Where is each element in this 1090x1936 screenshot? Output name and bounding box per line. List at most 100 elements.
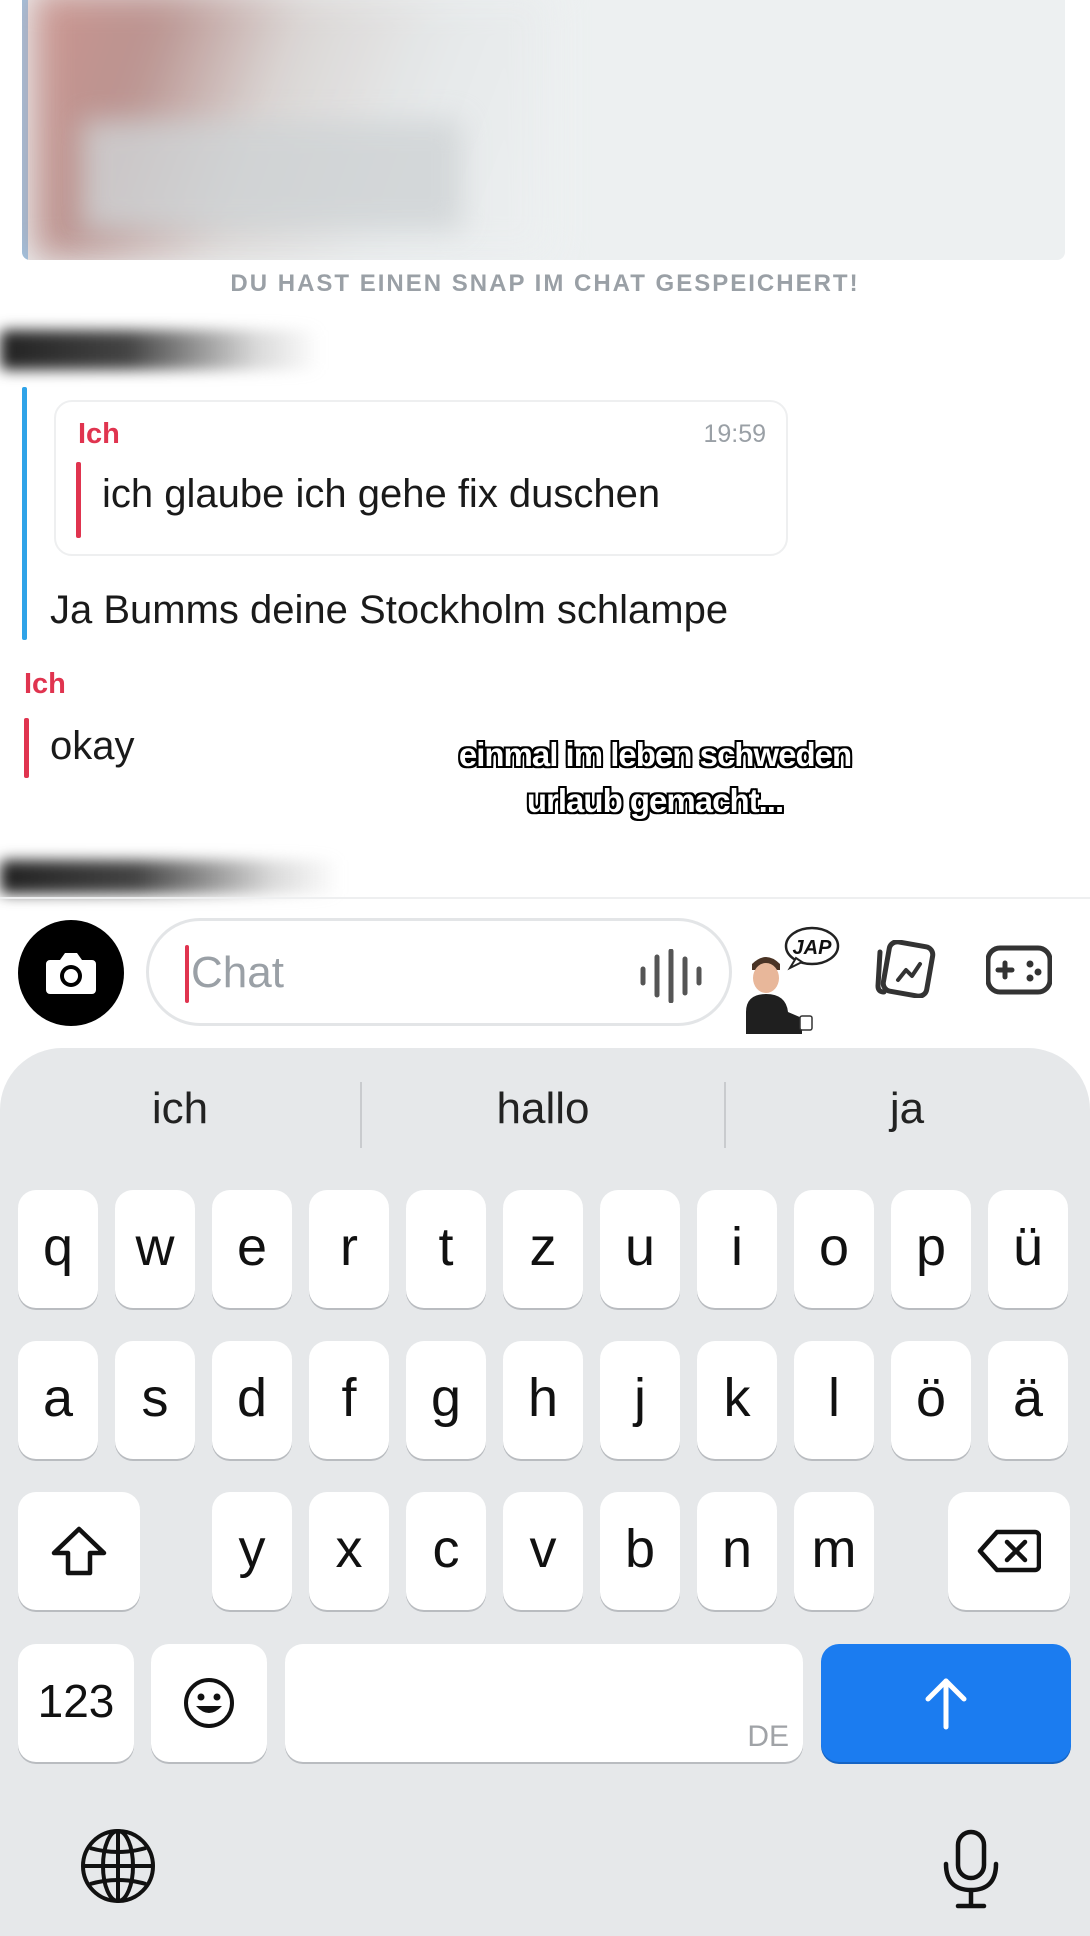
key-m[interactable]: m bbox=[794, 1492, 874, 1610]
key-a[interactable]: a bbox=[18, 1341, 98, 1459]
emoji-icon bbox=[184, 1678, 234, 1728]
key-label: a bbox=[42, 1368, 74, 1428]
suggestion-3[interactable]: ja bbox=[727, 1084, 1087, 1134]
key-q[interactable]: q bbox=[18, 1190, 98, 1308]
key-n[interactable]: n bbox=[697, 1492, 777, 1610]
key-label: t bbox=[438, 1217, 454, 1277]
key-b[interactable]: b bbox=[600, 1492, 680, 1610]
key-label: d bbox=[236, 1368, 268, 1428]
suggestion-1[interactable]: ich bbox=[0, 1084, 360, 1134]
key-c[interactable]: c bbox=[406, 1492, 486, 1610]
key-e[interactable]: e bbox=[212, 1190, 292, 1308]
key-w[interactable]: w bbox=[115, 1190, 195, 1308]
quoted-text: ich glaube ich gehe fix duschen bbox=[102, 472, 661, 516]
key-l[interactable]: l bbox=[794, 1341, 874, 1459]
key-v[interactable]: v bbox=[503, 1492, 583, 1610]
key-u[interactable]: u bbox=[600, 1190, 680, 1308]
suggestion-divider bbox=[360, 1082, 362, 1148]
video-caption-overlay: einmal im leben schweden urlaub gemacht.… bbox=[400, 732, 910, 824]
quoted-message[interactable]: Ich 19:59 ich glaube ich gehe fix dusche… bbox=[54, 400, 788, 556]
caption-line-1: einmal im leben schweden bbox=[458, 736, 852, 773]
key-ae[interactable]: ä bbox=[988, 1341, 1068, 1459]
key-t[interactable]: t bbox=[406, 1190, 486, 1308]
key-label: v bbox=[529, 1519, 557, 1579]
send-key[interactable] bbox=[821, 1644, 1071, 1762]
backspace-key[interactable] bbox=[948, 1492, 1070, 1610]
received-message[interactable]: Ja Bumms deine Stockholm schlampe bbox=[50, 588, 728, 633]
caption-line-2: urlaub gemacht... bbox=[526, 782, 784, 819]
key-label: x bbox=[335, 1519, 363, 1579]
sender-thread-bar bbox=[22, 387, 27, 640]
key-label: ä bbox=[1012, 1368, 1044, 1428]
key-s[interactable]: s bbox=[115, 1341, 195, 1459]
key-label: h bbox=[527, 1368, 559, 1428]
saved-snap-media[interactable] bbox=[22, 0, 1065, 260]
camera-button[interactable] bbox=[18, 920, 124, 1026]
shift-key[interactable] bbox=[18, 1492, 140, 1610]
key-label: m bbox=[811, 1519, 857, 1579]
saved-snap-notice: DU HAST EINEN SNAP IM CHAT GESPEICHERT! bbox=[230, 270, 860, 297]
key-label: i bbox=[731, 1217, 743, 1277]
key-label: w bbox=[135, 1217, 175, 1277]
key-label: u bbox=[624, 1217, 656, 1277]
key-label: r bbox=[340, 1217, 358, 1277]
bitmoji-sticker-button[interactable]: JAP bbox=[740, 924, 846, 1034]
key-i[interactable]: i bbox=[697, 1190, 777, 1308]
key-j[interactable]: j bbox=[600, 1341, 680, 1459]
blurred-sender-name bbox=[0, 330, 320, 370]
key-y[interactable]: y bbox=[212, 1492, 292, 1610]
key-x[interactable]: x bbox=[309, 1492, 389, 1610]
quoted-author: Ich bbox=[78, 418, 120, 450]
key-p[interactable]: p bbox=[891, 1190, 971, 1308]
key-oe[interactable]: ö bbox=[891, 1341, 971, 1459]
key-label: e bbox=[236, 1217, 268, 1277]
key-d[interactable]: d bbox=[212, 1341, 292, 1459]
key-o[interactable]: o bbox=[794, 1190, 874, 1308]
globe-icon[interactable] bbox=[78, 1826, 158, 1906]
bitmoji-icon: JAP bbox=[746, 926, 840, 1034]
key-f[interactable]: f bbox=[309, 1341, 389, 1459]
chat-input[interactable]: Chat bbox=[146, 918, 732, 1026]
send-arrow-icon bbox=[925, 1678, 967, 1730]
key-label: z bbox=[529, 1217, 557, 1277]
key-label: l bbox=[828, 1368, 840, 1428]
microphone-icon[interactable] bbox=[940, 1828, 1002, 1910]
key-g[interactable]: g bbox=[406, 1341, 486, 1459]
key-label: n bbox=[721, 1519, 753, 1579]
game-controller-icon[interactable] bbox=[986, 944, 1052, 996]
suggestion-2[interactable]: hallo bbox=[363, 1084, 723, 1134]
blurred-typing-name bbox=[0, 860, 340, 894]
space-language-label: DE bbox=[747, 1720, 789, 1753]
key-label: 123 bbox=[37, 1675, 115, 1727]
suggestion-divider bbox=[724, 1082, 726, 1148]
key-label: s bbox=[141, 1368, 169, 1428]
text-cursor bbox=[185, 945, 189, 1003]
space-key[interactable]: DE bbox=[285, 1644, 803, 1762]
bitmoji-label: JAP bbox=[793, 937, 833, 959]
key-ue[interactable]: ü bbox=[988, 1190, 1068, 1308]
my-thread-bar bbox=[24, 718, 29, 778]
key-label: y bbox=[238, 1519, 266, 1579]
backspace-icon bbox=[977, 1529, 1041, 1573]
key-r[interactable]: r bbox=[309, 1190, 389, 1308]
key-label: ö bbox=[915, 1368, 947, 1428]
snap-blurred-image-detail bbox=[82, 120, 462, 230]
key-label: p bbox=[915, 1217, 947, 1277]
input-divider bbox=[0, 897, 1090, 899]
media-icon[interactable] bbox=[872, 940, 936, 998]
emoji-key[interactable] bbox=[151, 1644, 267, 1762]
voice-wave-icon[interactable] bbox=[637, 949, 707, 1003]
numbers-key[interactable]: 123 bbox=[18, 1644, 134, 1762]
camera-icon bbox=[46, 953, 96, 994]
key-label: ü bbox=[1012, 1217, 1044, 1277]
snap-thread-bar bbox=[22, 0, 28, 260]
quoted-timestamp: 19:59 bbox=[703, 420, 766, 448]
key-z[interactable]: z bbox=[503, 1190, 583, 1308]
key-label: b bbox=[624, 1519, 656, 1579]
key-k[interactable]: k bbox=[697, 1341, 777, 1459]
key-label: f bbox=[341, 1368, 357, 1428]
key-label: q bbox=[42, 1217, 74, 1277]
key-h[interactable]: h bbox=[503, 1341, 583, 1459]
key-label: c bbox=[432, 1519, 460, 1579]
my-message[interactable]: okay bbox=[50, 724, 135, 769]
